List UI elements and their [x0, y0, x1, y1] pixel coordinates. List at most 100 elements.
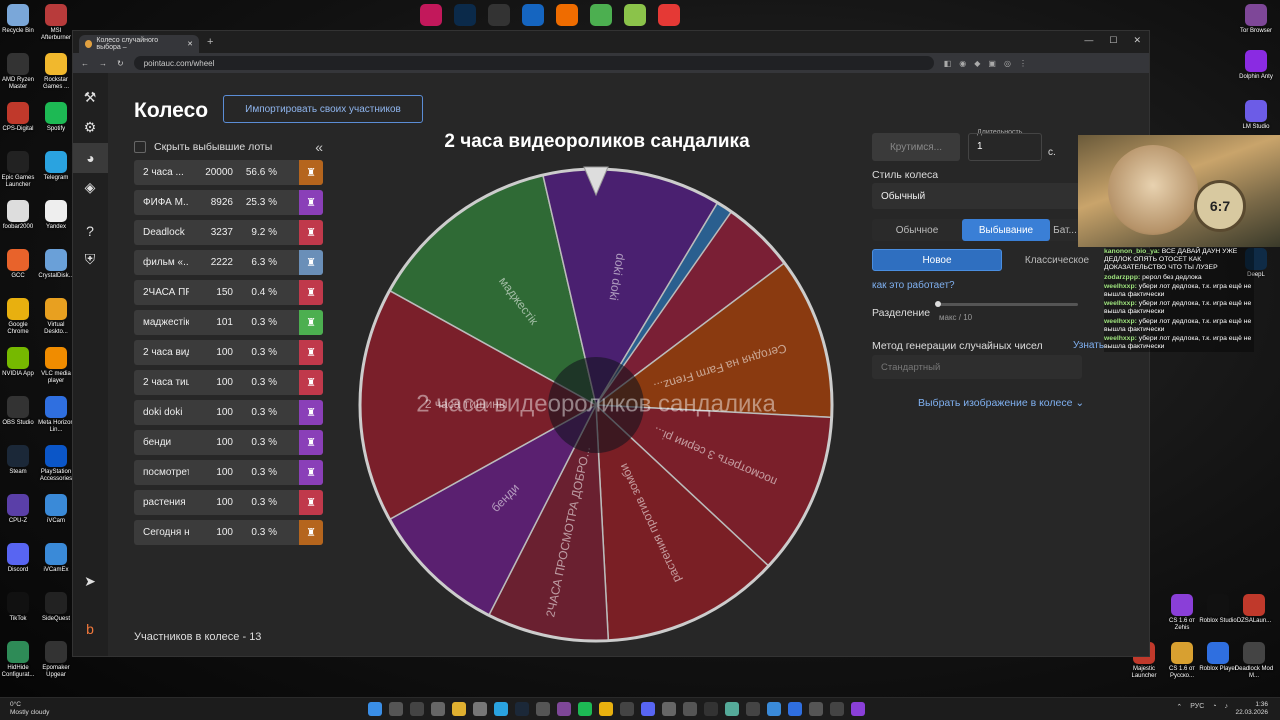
desktop-icon[interactable]: iVCam	[36, 494, 76, 525]
rng-learn-link[interactable]: Узнать	[1073, 340, 1104, 351]
tab-battle[interactable]: Бат...	[1050, 219, 1080, 241]
spotify-taskbar-icon[interactable]	[578, 702, 592, 716]
trophy-icon[interactable]: ♜	[299, 490, 323, 515]
app-icon[interactable]	[725, 702, 739, 716]
desktop-icon[interactable]: Meta Horizon Lin...	[36, 396, 76, 434]
app-icon[interactable]	[431, 702, 445, 716]
lot-row[interactable]: 2 часа ... 20000 56.6 % ♜	[134, 160, 323, 185]
reload-icon[interactable]: ↻	[117, 59, 124, 68]
collapse-panel-icon[interactable]: «	[315, 139, 323, 155]
lot-row[interactable]: бенди 100 0.3 % ♜	[134, 430, 323, 455]
app-icon[interactable]	[557, 702, 571, 716]
davinci-icon[interactable]	[488, 4, 510, 26]
wheel-canvas[interactable]: 2 часа видеороликов с...Сегодня на Farm …	[356, 165, 836, 645]
tab-classic[interactable]: Классическое	[1002, 249, 1112, 271]
import-participants-button[interactable]: Импортировать своих участников	[223, 95, 423, 123]
desktop-icon[interactable]: Roblox Player	[1198, 642, 1238, 673]
browser-tab[interactable]: Колесо случайного выбора – ✕	[79, 35, 199, 53]
app-icon[interactable]	[473, 702, 487, 716]
desktop-icon[interactable]: foobar2000	[0, 200, 38, 231]
trophy-icon[interactable]: ♜	[299, 520, 323, 545]
trophy-icon[interactable]: ♜	[299, 400, 323, 425]
lot-row[interactable]: фильм «... 2222 6.3 % ♜	[134, 250, 323, 275]
how-it-works-link[interactable]: как это работает?	[872, 280, 955, 291]
rng-select[interactable]: Стандартный	[872, 355, 1082, 379]
app-icon[interactable]	[662, 702, 676, 716]
desktop-icon[interactable]: Discord	[0, 543, 38, 574]
volume-icon[interactable]: ♪	[1225, 703, 1229, 711]
vegas-icon[interactable]	[522, 4, 544, 26]
desktop-icon[interactable]: Tor Browser	[1236, 4, 1276, 35]
desktop-icon[interactable]: VLC media player	[36, 347, 76, 385]
desktop-icon[interactable]: Yandex	[36, 200, 76, 231]
lot-row[interactable]: посмотрет... 100 0.3 % ♜	[134, 460, 323, 485]
menu-icon[interactable]: ⋮	[1019, 59, 1027, 68]
app-icon[interactable]	[536, 702, 550, 716]
lot-row[interactable]: 2 часа вид... 100 0.3 % ♜	[134, 340, 323, 365]
desktop-icon[interactable]: Dolphin Anty	[1236, 50, 1276, 81]
desktop-icon[interactable]: Steam	[0, 445, 38, 476]
lot-row[interactable]: 2 часа тиш... 100 0.3 % ♜	[134, 370, 323, 395]
choose-image-button[interactable]: Выбрать изображение в колесе ⌄	[918, 397, 1084, 409]
wheel-pie-icon[interactable]: ◕	[73, 143, 108, 173]
start-icon[interactable]	[368, 702, 382, 716]
auction-hammer-icon[interactable]: ⚒	[82, 89, 98, 105]
app-icon[interactable]	[590, 4, 612, 26]
trophy-icon[interactable]: ♜	[299, 280, 323, 305]
settings-gear-icon[interactable]: ⚙	[82, 119, 98, 135]
lot-row[interactable]: doki doki 100 0.3 % ♜	[134, 400, 323, 425]
desktop-icon[interactable]: NVIDIA App	[0, 347, 38, 378]
app-icon[interactable]	[683, 702, 697, 716]
trophy-icon[interactable]: ♜	[299, 460, 323, 485]
desktop-icon[interactable]: Epomaker Upgear	[36, 641, 76, 679]
desktop-icon[interactable]: SideQuest	[36, 592, 76, 623]
close-window-button[interactable]: ✕	[1133, 35, 1141, 46]
telegram-icon[interactable]: ➤	[82, 573, 98, 589]
desktop-icon[interactable]: Spotify	[36, 102, 76, 133]
extension-icon[interactable]: ◉	[959, 59, 966, 68]
maximize-button[interactable]: ☐	[1109, 35, 1117, 46]
desktop-icon[interactable]: CS 1.6 от Zehis	[1162, 594, 1202, 632]
help-icon[interactable]: ?	[82, 223, 98, 239]
wifi-icon[interactable]: ◔	[1212, 703, 1216, 711]
forward-icon[interactable]: →	[99, 59, 107, 68]
wheel-style-select[interactable]: Обычный	[872, 183, 1082, 209]
trophy-icon[interactable]: ♜	[299, 190, 323, 215]
extension-icon[interactable]: ◆	[974, 59, 980, 68]
tab-new[interactable]: Новое	[872, 249, 1002, 271]
trophy-icon[interactable]: ♜	[299, 220, 323, 245]
discord-taskbar-icon[interactable]	[641, 702, 655, 716]
trophy-icon[interactable]: ♜	[299, 370, 323, 395]
app-icon[interactable]	[809, 702, 823, 716]
task-view-icon[interactable]	[410, 702, 424, 716]
desktop-icon[interactable]: PlayStation Accessories	[36, 445, 76, 483]
weather-widget[interactable]: 0°C Mostly cloudy	[10, 701, 49, 717]
new-tab-button[interactable]: +	[207, 36, 213, 48]
layers-icon[interactable]: ◈	[82, 179, 98, 195]
app-icon[interactable]	[658, 4, 680, 26]
chrome-taskbar-icon[interactable]	[599, 702, 613, 716]
desktop-icon[interactable]: Rockstar Games ...	[36, 53, 76, 91]
back-icon[interactable]: ←	[81, 59, 89, 68]
desktop-icon[interactable]: Roblox Studio	[1198, 594, 1238, 625]
search-icon[interactable]	[389, 702, 403, 716]
desktop-icon[interactable]: OBS Studio	[0, 396, 38, 427]
extension-icon[interactable]: ◧	[944, 59, 952, 68]
split-slider-track[interactable]	[938, 303, 1078, 306]
app-icon[interactable]	[830, 702, 844, 716]
extension-icon[interactable]: ◎	[1004, 59, 1011, 68]
spin-button[interactable]: Крутимся...	[872, 133, 960, 161]
desktop-icon[interactable]: DZSALaun...	[1234, 594, 1274, 625]
trophy-icon[interactable]: ♜	[299, 250, 323, 275]
desktop-icon[interactable]: Epic Games Launcher	[0, 151, 38, 189]
desktop-icon[interactable]: CS 1.6 от Русско...	[1162, 642, 1202, 680]
desktop-icon[interactable]: Telegram	[36, 151, 76, 182]
language-indicator[interactable]: РУС	[1190, 703, 1204, 711]
lot-row[interactable]: маджестік 101 0.3 % ♜	[134, 310, 323, 335]
app-icon[interactable]	[788, 702, 802, 716]
desktop-icon[interactable]: GCC	[0, 249, 38, 280]
minimize-button[interactable]: —	[1084, 35, 1093, 46]
desktop-icon[interactable]: CPU-Z	[0, 494, 38, 525]
desktop-icon[interactable]: TikTok	[0, 592, 38, 623]
hide-eliminated-checkbox[interactable]	[134, 141, 146, 153]
